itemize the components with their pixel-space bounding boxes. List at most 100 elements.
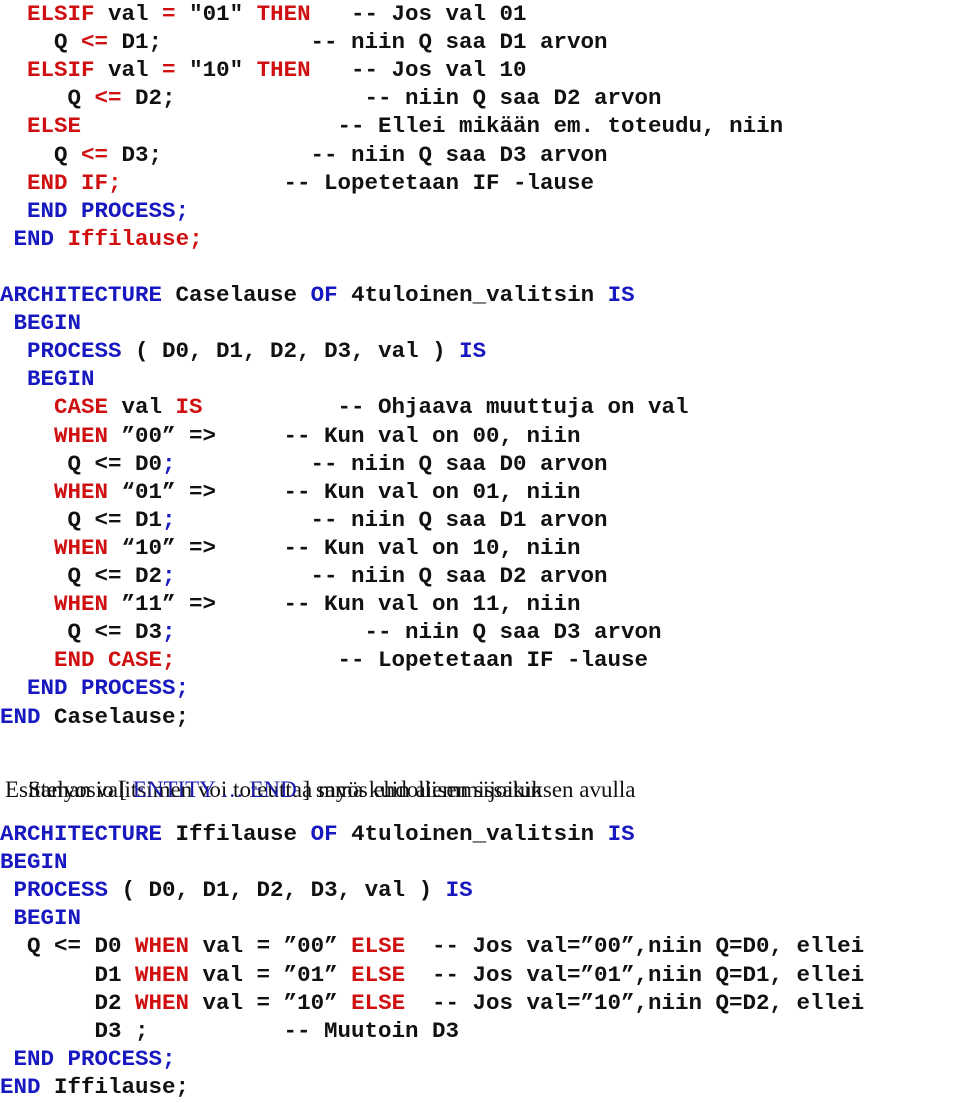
- code-comment: -- niin Q saa D1 arvon: [310, 506, 608, 533]
- code-comment: -- niin Q saa D0 arvon: [310, 450, 608, 477]
- code-keyword: <=: [94, 85, 122, 112]
- code-keyword: ;: [162, 450, 176, 477]
- code-keyword: END PROCESS;: [27, 675, 190, 702]
- code-keyword: END: [0, 1073, 41, 1100]
- code-comment: -- Kun val on 11, niin: [283, 591, 581, 618]
- code-line: Q <= D1; -- niin Q saa D1 arvon: [0, 506, 608, 534]
- code-text: D2: [94, 989, 136, 1016]
- code-line: PROCESS ( D0, D1, D2, D3, val ) IS: [0, 876, 473, 904]
- code-text: ( D0, D1, D2, D3, val ): [121, 338, 460, 365]
- code-keyword: ;: [162, 506, 176, 533]
- code-keyword: IS: [607, 282, 635, 308]
- code-comment: -- Kun val on 01, niin: [283, 478, 581, 505]
- code-text: "10": [175, 57, 257, 84]
- code-keyword: WHEN: [54, 422, 109, 449]
- code-comment: -- Jos val=”10”,niin Q=D2, ellei: [432, 989, 865, 1016]
- code-text: D1;: [108, 29, 163, 56]
- code-comment: -- Jos val=”00”,niin Q=D0, ellei: [432, 933, 865, 960]
- code-line: END PROCESS;: [0, 1045, 176, 1073]
- code-keyword: =: [162, 57, 176, 84]
- code-line: D3 ; -- Muutoin D3: [0, 1017, 460, 1045]
- code-keyword: IS: [175, 394, 203, 421]
- code-line: ARCHITECTURE Iffilause OF 4tuloinen_vali…: [0, 820, 635, 848]
- prose-entity-highlight: ENTITY … END: [132, 777, 297, 802]
- code-comment: -- Muutoin D3: [283, 1017, 460, 1044]
- code-comment: -- Jos val 10: [351, 57, 527, 84]
- code-line: Q <= D0 WHEN val = ”00” ELSE -- Jos val=”…: [0, 932, 864, 960]
- code-text: val = ”00”: [189, 933, 352, 960]
- code-comment: -- niin Q saa D2 arvon: [310, 563, 608, 589]
- code-keyword: BEGIN: [13, 310, 82, 337]
- code-text: 4tuloinen_valitsin: [337, 282, 608, 308]
- code-keyword: =: [162, 1, 176, 27]
- code-keyword: IS: [459, 338, 487, 365]
- code-keyword: END: [0, 703, 41, 730]
- code-keyword: ELSE: [27, 113, 82, 140]
- code-text: Q <= D2: [67, 563, 163, 589]
- code-text: ”00” =>: [108, 422, 217, 449]
- code-text: 4tuloinen_valitsin: [337, 821, 608, 847]
- code-line: Q <= D1; -- niin Q saa D1 arvon: [0, 28, 608, 56]
- code-line: D2 WHEN val = ”10” ELSE -- Jos val=”10”,n…: [0, 989, 865, 1017]
- code-text: val = ”10”: [189, 989, 352, 1016]
- code-line: ELSIF val = "10" THEN -- Jos val 10: [0, 56, 527, 84]
- code-keyword: PROCESS: [13, 877, 109, 904]
- code-keyword: END CASE;: [54, 647, 176, 674]
- code-text: Caselause;: [40, 703, 190, 730]
- code-keyword: BEGIN: [0, 849, 68, 876]
- code-text: Q <= D0: [27, 933, 136, 960]
- code-keyword: Iffilause;: [67, 225, 203, 252]
- code-text: D1: [94, 961, 136, 988]
- code-line: ARCHITECTURE Caselause OF 4tuloinen_vali…: [0, 281, 635, 309]
- code-comment: -- niin Q saa D3 arvon: [364, 619, 662, 646]
- code-keyword: BEGIN: [13, 905, 82, 932]
- code-keyword: <=: [81, 29, 109, 56]
- code-line: END CASE; -- Lopetetaan IF -lause: [0, 646, 648, 674]
- code-text: val: [94, 1, 163, 27]
- code-keyword: THEN: [256, 1, 311, 27]
- code-keyword: IS: [445, 877, 473, 904]
- code-comment: -- niin Q saa D2 arvon: [364, 85, 662, 112]
- code-keyword: WHEN: [54, 591, 109, 618]
- code-comment: -- Ohjaava muuttuja on val: [337, 394, 689, 421]
- code-comment: -- niin Q saa D1 arvon: [310, 29, 608, 56]
- code-comment: -- Kun val on 10, niin: [283, 534, 581, 561]
- code-comment: -- Jos val=”01”,niin Q=D1, ellei: [432, 961, 865, 988]
- code-text: “10” =>: [108, 534, 217, 561]
- code-keyword: ELSE: [351, 933, 406, 960]
- code-keyword: WHEN: [135, 961, 190, 988]
- code-text: ( D0, D1, D2, D3, val ): [108, 877, 446, 904]
- code-text: "01": [175, 1, 257, 27]
- code-text: Q: [54, 29, 82, 56]
- code-keyword: CASE: [54, 394, 109, 421]
- code-line: BEGIN: [0, 904, 82, 932]
- code-line: END PROCESS;: [0, 674, 189, 702]
- code-text: val = ”01”: [189, 961, 352, 988]
- code-comment: -- niin Q saa D3 arvon: [310, 141, 608, 168]
- code-comment: -- Lopetetaan IF -lause: [337, 647, 649, 674]
- code-line: END Iffilause;: [0, 225, 203, 253]
- code-line: Q <= D3; -- niin Q saa D3 arvon: [0, 618, 662, 646]
- code-keyword: ELSIF: [27, 57, 95, 84]
- code-keyword: IS: [607, 821, 635, 847]
- code-line: WHEN ”11” => -- Kun val on 11, niin: [0, 590, 581, 618]
- code-comment: -- Jos val 01: [351, 1, 527, 27]
